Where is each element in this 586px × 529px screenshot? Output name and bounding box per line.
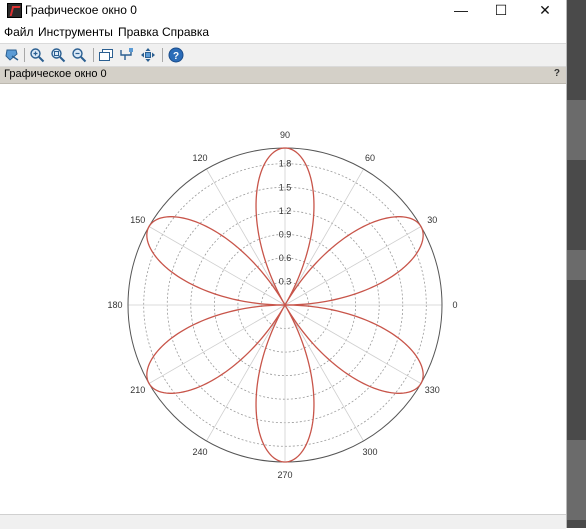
title-bar[interactable]: Графическое окно 0 — ☐ ✕ — [0, 0, 566, 22]
zoom-in-icon[interactable] — [29, 47, 45, 63]
angle-tick-label: 0 — [452, 300, 457, 310]
angle-grid-spoke — [148, 226, 286, 306]
angle-grid-spoke — [284, 226, 422, 306]
angle-grid-spoke — [206, 304, 286, 442]
radial-tick-label: 0.3 — [279, 276, 292, 286]
angle-tick-label: 180 — [107, 300, 122, 310]
toolbar-separator — [24, 48, 25, 62]
zoom-out-icon[interactable] — [71, 47, 87, 63]
angle-tick-label: 300 — [362, 447, 377, 457]
angle-tick-label: 30 — [427, 215, 437, 225]
radial-tick-label: 0.6 — [279, 253, 292, 263]
radial-tick-label: 1.2 — [279, 206, 292, 216]
angle-grid-spoke — [284, 168, 364, 306]
angle-grid-spoke — [206, 168, 286, 306]
graphic-window: Графическое окно 0 — ☐ ✕ Файл Инструмент… — [0, 0, 567, 529]
close-button[interactable]: ✕ — [530, 0, 560, 22]
angle-tick-label: 150 — [130, 215, 145, 225]
window-title: Графическое окно 0 — [25, 3, 137, 17]
menu-bar: Файл Инструменты Правка Справка — [0, 24, 566, 42]
toolbar: ? — [0, 43, 566, 67]
polar-plot[interactable]: 0.3 0.6 0.9 1.2 1.5 1.8 0 30 60 90 120 150 180 210 240… — [0, 84, 566, 514]
angle-tick-label: 60 — [365, 153, 375, 163]
angle-tick-label: 210 — [130, 385, 145, 395]
angle-tick-label: 90 — [280, 130, 290, 140]
menu-help[interactable]: Справка — [162, 25, 209, 39]
angle-tick-label: 330 — [425, 385, 440, 395]
radial-tick-label: 1.8 — [279, 159, 292, 169]
figure-header: Графическое окно 0 ? — [0, 67, 566, 84]
background-window-strip — [567, 0, 586, 528]
angle-tick-label: 270 — [277, 470, 292, 480]
new-window-icon[interactable] — [98, 47, 114, 63]
menu-file[interactable]: Файл — [4, 25, 34, 39]
pan-icon[interactable] — [140, 47, 156, 63]
angle-tick-label: 240 — [192, 447, 207, 457]
figure-help-button[interactable]: ? — [554, 68, 560, 79]
menu-edit[interactable]: Правка — [118, 25, 159, 39]
zoom-area-icon[interactable] — [50, 47, 66, 63]
maximize-button[interactable]: ☐ — [486, 0, 516, 22]
status-bar — [0, 514, 566, 529]
scilab-app-icon — [7, 3, 22, 18]
radial-tick-label: 0.9 — [279, 229, 292, 239]
figure-title: Графическое окно 0 — [4, 68, 107, 80]
help-icon[interactable]: ? — [168, 47, 184, 63]
toolbar-separator — [162, 48, 163, 62]
menu-tools[interactable]: Инструменты — [38, 25, 113, 39]
angle-grid-spoke — [148, 304, 286, 384]
toolbar-separator — [93, 48, 94, 62]
angle-grid-spoke — [284, 304, 364, 442]
datatip-icon[interactable] — [119, 47, 135, 63]
angle-tick-label: 120 — [192, 153, 207, 163]
angle-grid-spoke — [284, 304, 422, 384]
radial-tick-label: 1.5 — [279, 182, 292, 192]
rotate-icon[interactable] — [4, 47, 20, 63]
minimize-button[interactable]: — — [446, 0, 476, 22]
svg-text:?: ? — [173, 51, 179, 62]
